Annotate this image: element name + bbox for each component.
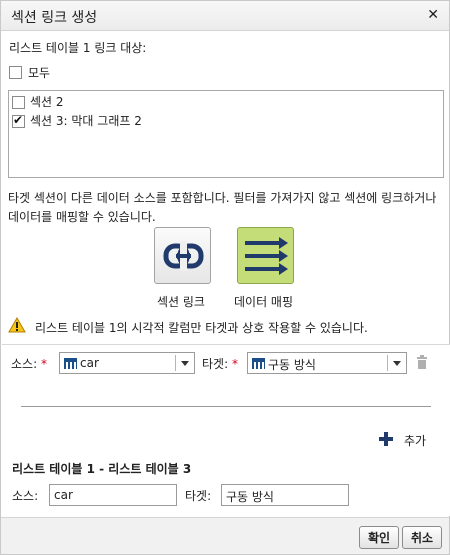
target-select[interactable]: 구동 방식: [247, 352, 407, 374]
section-3-label[interactable]: 섹션 3: 막대 그래프 2: [30, 112, 142, 129]
ok-button[interactable]: 확인: [359, 526, 399, 549]
summary-source-label: 소스:: [12, 489, 39, 503]
close-icon[interactable]: ✕: [427, 7, 439, 23]
chevron-down-icon[interactable]: [393, 361, 401, 366]
add-label: 추가: [404, 434, 427, 448]
source-select[interactable]: car: [59, 352, 195, 374]
section-list[interactable]: 섹션 2 섹션 3: 막대 그래프 2: [8, 90, 444, 178]
cancel-button[interactable]: 취소: [402, 526, 442, 549]
dialog-title: 섹션 링크 생성: [11, 10, 98, 26]
data-mapping-label[interactable]: 데이터 매핑: [234, 293, 293, 310]
summary-target-label: 타겟:: [185, 489, 212, 503]
warning-text: 리스트 테이블 1의 시각적 칼럼만 타겟과 상호 작용할 수 있습니다.: [35, 321, 368, 335]
warning-triangle-icon: [8, 317, 26, 333]
all-checkbox-label[interactable]: 모두: [28, 64, 50, 81]
add-button[interactable]: 추가: [379, 431, 434, 449]
link-target-label: 리스트 테이블 1 링크 대상:: [9, 41, 147, 55]
chain-link-icon: [163, 241, 204, 271]
source-label: 소스: *: [11, 357, 47, 371]
chevron-down-icon[interactable]: [181, 361, 189, 366]
plus-icon: [379, 432, 393, 446]
data-item-icon: [64, 358, 77, 369]
arrows-right-icon: [245, 237, 288, 275]
all-checkbox[interactable]: [9, 66, 22, 79]
section-2-label[interactable]: 섹션 2: [30, 93, 64, 110]
data-mapping-option[interactable]: [237, 227, 294, 284]
source-select-value: car: [80, 356, 99, 370]
section-3-checkbox[interactable]: [12, 113, 25, 128]
trash-icon[interactable]: [416, 355, 428, 369]
data-item-icon: [252, 358, 265, 369]
section-link-option[interactable]: [154, 227, 211, 284]
dialog-footer: 확인 취소: [1, 517, 449, 554]
summary-source-field[interactable]: car: [49, 484, 177, 506]
description-text: 타겟 섹션이 다른 데이터 소스를 포함합니다. 필터를 가져가지 않고 섹션에…: [8, 191, 437, 224]
section-link-label[interactable]: 섹션 링크: [157, 293, 205, 310]
mapping-summary-heading: 리스트 테이블 1 - 리스트 테이블 3: [12, 462, 192, 476]
create-section-link-dialog: 섹션 링크 생성 ✕ 리스트 테이블 1 링크 대상: 모두 섹션 2 섹션 3…: [0, 0, 450, 555]
summary-target-field[interactable]: 구동 방식: [221, 484, 349, 506]
target-select-value: 구동 방식: [268, 358, 316, 372]
divider: [21, 406, 431, 407]
target-label: 타겟: *: [202, 357, 238, 371]
section-2-checkbox[interactable]: [12, 96, 25, 109]
title-bar: 섹션 링크 생성 ✕: [1, 1, 449, 31]
